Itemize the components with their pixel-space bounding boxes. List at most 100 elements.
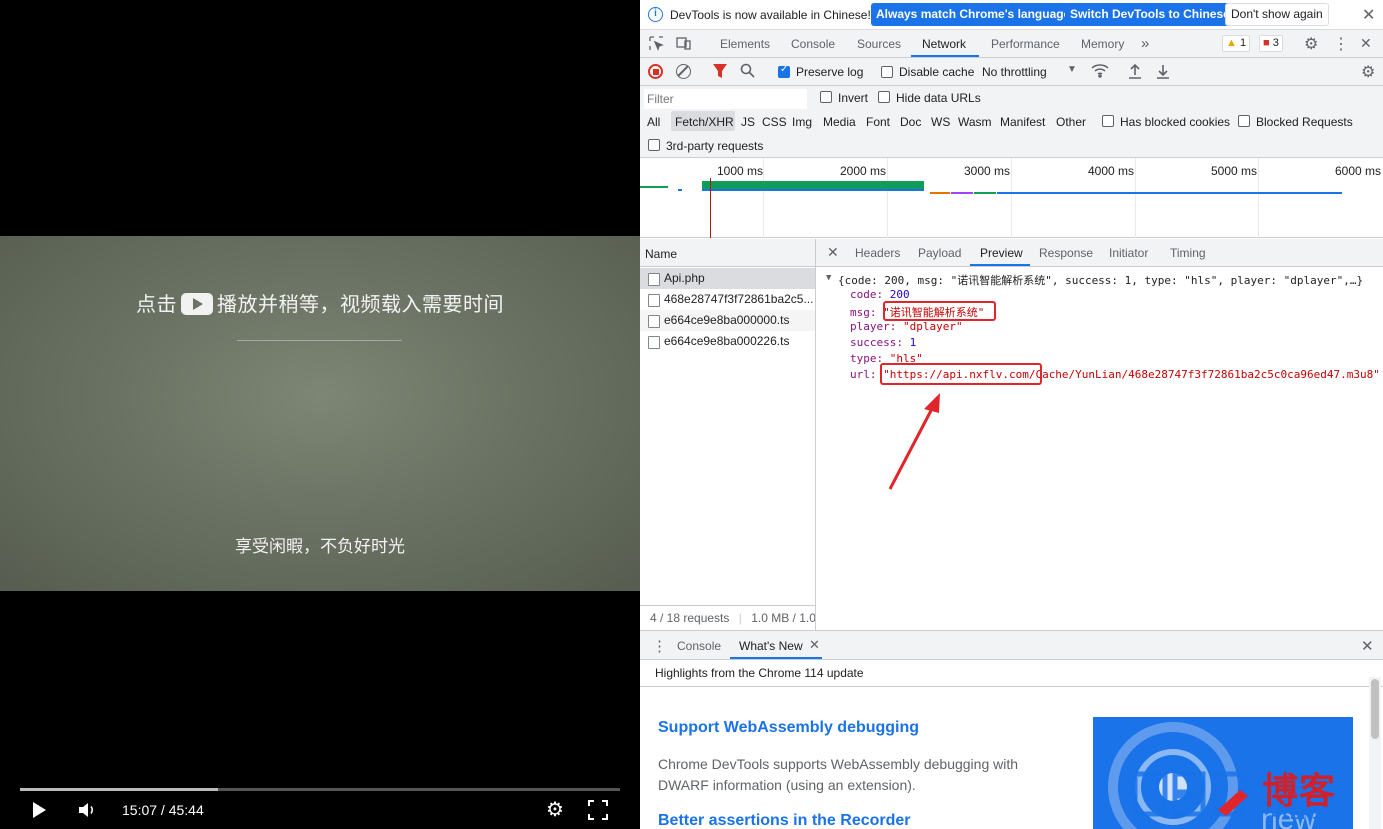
active-tab-indicator <box>730 657 822 659</box>
disable-cache-checkbox[interactable] <box>881 66 893 78</box>
video-player[interactable]: 点击 播放并稍等，视频载入需要时间 享受闲暇，不负好时光 15:07 / 45:4… <box>0 0 640 829</box>
tab-timing[interactable]: Timing <box>1170 246 1206 260</box>
filter-type-doc[interactable]: Doc <box>900 115 921 129</box>
clear-icon[interactable] <box>676 64 691 79</box>
active-tab-indicator <box>970 264 1030 266</box>
feature-link-webassembly[interactable]: Support WebAssembly debugging <box>658 719 919 737</box>
settings-gear-icon[interactable]: ⚙ <box>544 799 566 821</box>
filter-type-fetch-xhr[interactable]: Fetch/XHR <box>675 115 734 129</box>
third-party-label: 3rd-party requests <box>666 139 764 153</box>
search-icon[interactable] <box>740 63 755 82</box>
device-toolbar-icon[interactable] <box>676 36 692 54</box>
annotation-box-msg <box>883 301 996 321</box>
tab-network[interactable]: Network <box>922 37 966 51</box>
match-language-button[interactable]: Always match Chrome's language <box>871 3 1076 26</box>
request-row[interactable]: e664ce9e8ba000000.ts <box>640 310 815 331</box>
network-settings-gear-icon[interactable]: ⚙ <box>1361 62 1375 82</box>
filter-type-ws[interactable]: WS <box>931 115 950 129</box>
download-har-icon[interactable] <box>1156 63 1170 82</box>
blocked-requests-label: Blocked Requests <box>1256 115 1353 129</box>
close-detail-icon[interactable]: ✕ <box>827 244 839 261</box>
preserve-log-checkbox[interactable] <box>778 64 790 78</box>
record-stop-icon[interactable] <box>648 64 663 79</box>
feature-link-recorder[interactable]: Better assertions in the Recorder <box>658 812 911 829</box>
timeline-bar <box>678 189 682 191</box>
timeline-tick: 1000 ms <box>717 164 764 178</box>
video-poster[interactable]: 点击 播放并稍等，视频载入需要时间 享受闲暇，不负好时光 <box>0 236 640 591</box>
expand-triangle-icon[interactable]: ▼ <box>826 273 831 283</box>
drawer-scrollbar[interactable] <box>1369 677 1381 829</box>
warnings-badge[interactable]: ▲ 1 <box>1222 35 1251 52</box>
filter-type-js[interactable]: JS <box>741 115 755 129</box>
has-blocked-cookies-checkbox[interactable] <box>1102 115 1114 127</box>
request-detail-pane: ✕ Headers Payload Preview Response Initi… <box>816 239 1383 630</box>
drawer-tab-console[interactable]: Console <box>677 639 721 653</box>
tab-console[interactable]: Console <box>791 37 835 51</box>
upload-har-icon[interactable] <box>1128 63 1142 82</box>
more-options-icon[interactable]: ⋮ <box>1333 34 1349 54</box>
tab-payload[interactable]: Payload <box>918 246 961 260</box>
more-tabs-chevron-icon[interactable]: » <box>1141 35 1149 52</box>
filter-funnel-icon[interactable] <box>713 64 727 82</box>
hide-data-urls-checkbox[interactable] <box>878 91 890 103</box>
poster-divider <box>237 340 402 341</box>
network-overview-timeline[interactable]: 1000 ms 2000 ms 3000 ms 4000 ms 5000 ms … <box>640 158 1383 238</box>
close-icon[interactable]: ✕ <box>1362 5 1375 25</box>
close-devtools-icon[interactable]: ✕ <box>1360 35 1372 52</box>
chevron-down-icon[interactable]: ▼ <box>1067 64 1077 75</box>
dont-show-again-button[interactable]: Don't show again <box>1225 3 1329 26</box>
scrollbar-thumb[interactable] <box>1371 679 1379 739</box>
third-party-checkbox[interactable] <box>648 139 660 151</box>
filter-type-manifest[interactable]: Manifest <box>1000 115 1045 129</box>
timeline-tick: 2000 ms <box>840 164 887 178</box>
hide-data-urls-label: Hide data URLs <box>896 91 981 105</box>
blocked-requests-checkbox[interactable] <box>1238 115 1250 127</box>
watermark-domain: AYBK.CN <box>1270 806 1340 822</box>
settings-gear-icon[interactable]: ⚙ <box>1304 34 1318 54</box>
tab-elements[interactable]: Elements <box>720 37 770 51</box>
fullscreen-icon[interactable] <box>587 799 609 821</box>
drawer-tab-whats-new[interactable]: What's New <box>739 639 803 653</box>
video-progress-bar[interactable] <box>20 788 620 791</box>
close-drawer-icon[interactable]: ✕ <box>1361 637 1374 655</box>
tab-initiator[interactable]: Initiator <box>1109 246 1148 260</box>
timeline-bar <box>702 181 924 189</box>
request-row[interactable]: Api.php <box>640 268 815 289</box>
name-column-header[interactable]: Name <box>640 239 815 267</box>
network-toolbar: Preserve log Disable cache No throttling… <box>640 58 1383 86</box>
tab-headers[interactable]: Headers <box>855 246 900 260</box>
play-badge-icon <box>181 293 213 315</box>
filter-type-media[interactable]: Media <box>823 115 856 129</box>
switch-chinese-button[interactable]: Switch DevTools to Chinese <box>1065 3 1235 26</box>
filter-input[interactable] <box>644 89 807 109</box>
close-tab-icon[interactable]: ✕ <box>809 637 820 653</box>
invert-checkbox[interactable] <box>820 91 832 103</box>
info-icon: i <box>648 7 663 22</box>
filter-type-font[interactable]: Font <box>866 115 890 129</box>
network-conditions-wifi-icon[interactable] <box>1091 63 1109 81</box>
tab-preview[interactable]: Preview <box>980 246 1023 260</box>
tab-response[interactable]: Response <box>1039 246 1093 260</box>
preserve-log-label: Preserve log <box>796 65 864 79</box>
tab-performance[interactable]: Performance <box>991 37 1060 51</box>
filter-type-other[interactable]: Other <box>1056 115 1086 129</box>
drawer-menu-icon[interactable]: ⋮ <box>652 637 667 655</box>
drawer-tab-bar: ⋮ Console What's New ✕ ✕ <box>640 631 1383 660</box>
tab-memory[interactable]: Memory <box>1081 37 1124 51</box>
timeline-marker <box>710 178 711 238</box>
errors-badge[interactable]: ■ 3 <box>1259 35 1283 52</box>
main-tab-bar: Elements Console Sources Network Perform… <box>640 30 1383 58</box>
filter-type-img[interactable]: Img <box>792 115 812 129</box>
throttling-select[interactable]: No throttling <box>982 65 1047 79</box>
play-button[interactable] <box>30 800 50 820</box>
request-row[interactable]: e664ce9e8ba000226.ts <box>640 331 815 352</box>
filter-type-wasm[interactable]: Wasm <box>958 115 992 129</box>
inspect-element-icon[interactable] <box>649 36 664 54</box>
warning-icon: ▲ <box>1226 37 1237 49</box>
volume-icon[interactable] <box>77 800 97 820</box>
request-row[interactable]: 468e28747f3f72861ba2c5... <box>640 289 815 310</box>
tab-sources[interactable]: Sources <box>857 37 901 51</box>
filter-type-css[interactable]: CSS <box>762 115 787 129</box>
filter-type-all[interactable]: All <box>647 115 660 129</box>
request-summary: 4 / 18 requests | 1.0 MB / 1.0 <box>640 605 815 630</box>
